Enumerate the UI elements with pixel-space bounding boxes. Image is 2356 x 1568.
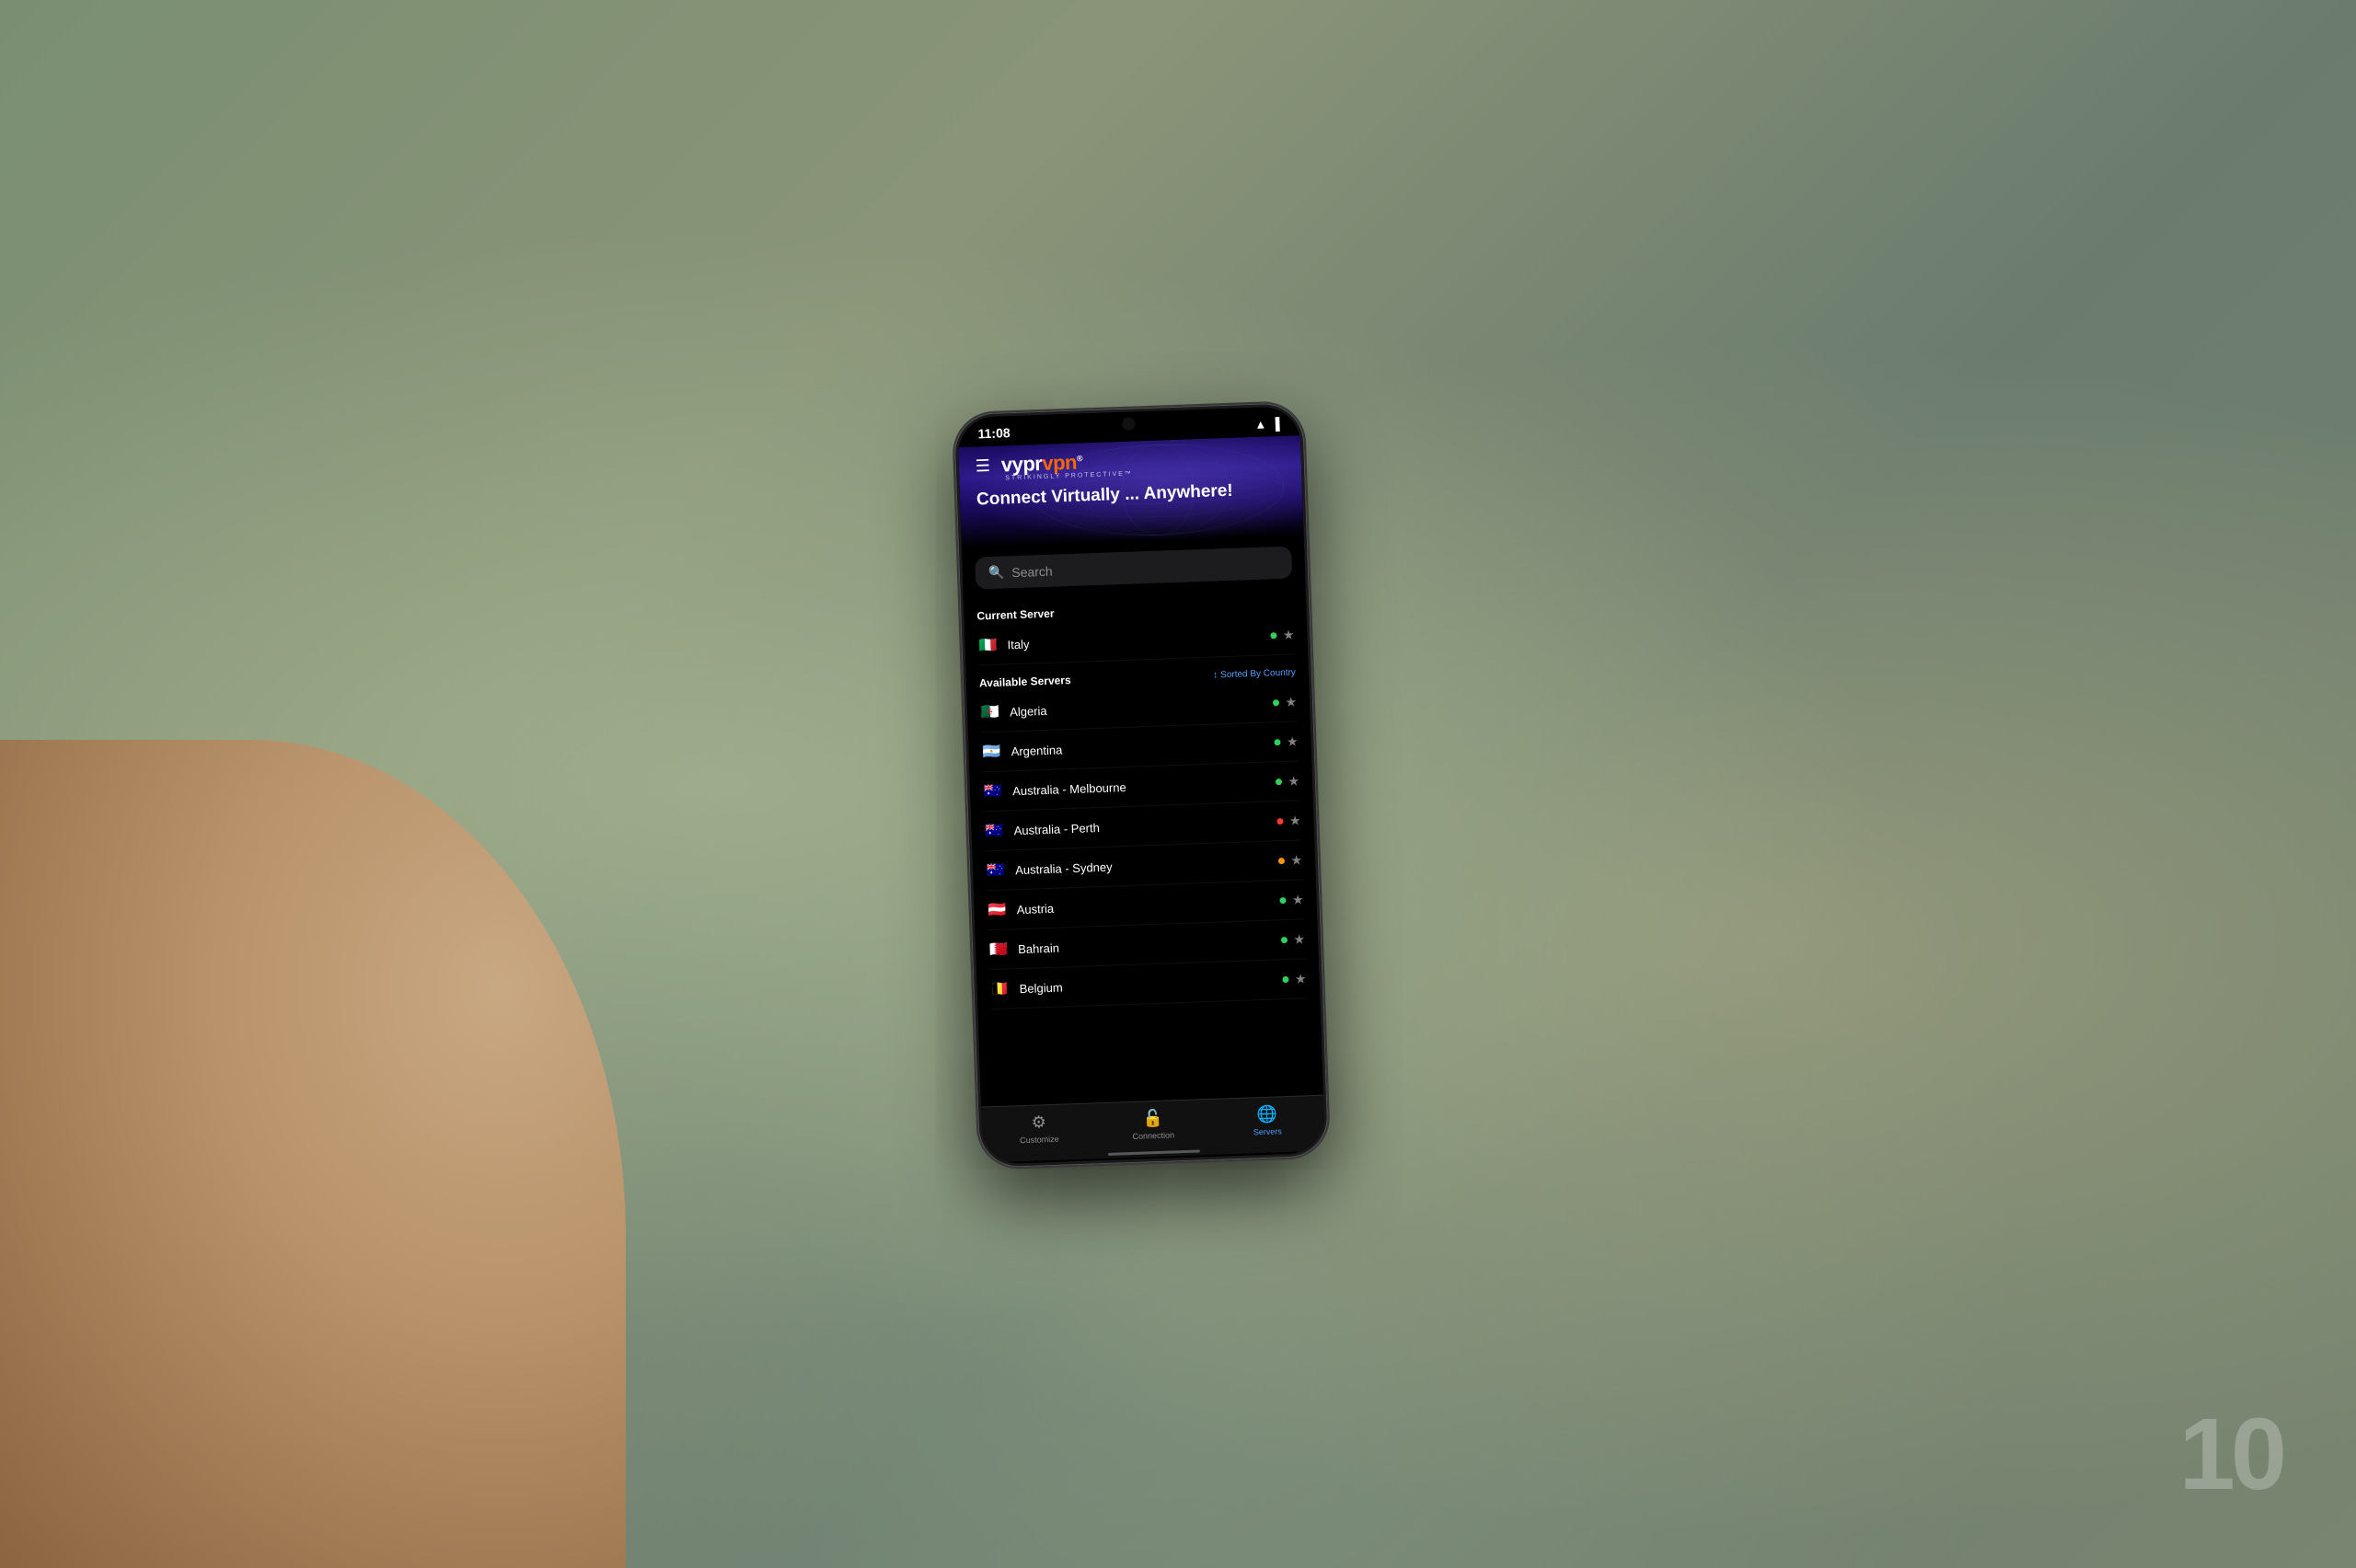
sort-text: Sorted By Country [1220,667,1296,680]
flag-3: 🇦🇺 [984,822,1005,841]
server-name-1: Argentina [1011,735,1275,758]
status-dot-1 [1275,739,1281,745]
server-name-7: Belgium [1019,973,1283,996]
available-servers-label: Available Servers [979,674,1071,689]
search-icon: 🔍 [988,564,1005,581]
star-1[interactable]: ★ [1287,733,1299,749]
status-dot-6 [1281,936,1288,942]
flag-6: 🇧🇭 [988,940,1010,960]
status-dot-5 [1280,896,1287,903]
server-actions-4: ★ [1278,852,1302,869]
servers-label: Servers [1253,1126,1282,1136]
status-dot-2 [1276,778,1282,785]
star-7[interactable]: ★ [1295,971,1307,986]
server-actions-0: ★ [1273,694,1297,710]
connection-label: Connection [1132,1130,1174,1141]
current-server-star[interactable]: ★ [1283,627,1295,642]
star-6[interactable]: ★ [1293,931,1305,947]
current-server-label: Current Server [976,607,1054,623]
server-name-0: Algeria [1010,696,1274,719]
status-dot-7 [1283,975,1289,982]
servers-icon: 🌐 [1256,1104,1277,1124]
server-name-6: Bahrain [1018,933,1282,956]
server-list: Current Server 🇮🇹 Italy ★ Available Serv… [964,585,1323,1107]
current-server-status-dot [1271,632,1277,639]
status-dot-0 [1273,699,1279,706]
server-actions-3: ★ [1277,813,1301,829]
star-0[interactable]: ★ [1285,694,1297,709]
star-4[interactable]: ★ [1290,852,1302,868]
customize-icon: ⚙ [1031,1113,1046,1133]
flag-1: 🇦🇷 [981,743,1002,762]
battery-icon: ▐ [1271,416,1280,430]
italy-flag: 🇮🇹 [977,636,999,655]
current-server-name: Italy [1007,628,1271,651]
star-2[interactable]: ★ [1288,773,1299,789]
star-3[interactable]: ★ [1289,813,1301,828]
server-name-3: Australia - Perth [1013,814,1277,837]
server-name-4: Australia - Sydney [1015,854,1279,877]
star-5[interactable]: ★ [1292,892,1304,907]
flag-7: 🇧🇪 [989,980,1011,999]
flag-2: 🇦🇺 [983,782,1004,801]
flag-4: 🇦🇺 [986,861,1007,881]
sort-label[interactable]: ↕ Sorted By Country [1213,667,1296,680]
server-actions-2: ★ [1276,773,1299,790]
flag-5: 🇦🇹 [987,901,1008,920]
flag-0: 🇩🇿 [980,703,1001,722]
phone-screen: 11:08 ▲ ▐ [957,406,1325,1164]
server-actions-7: ★ [1283,971,1307,987]
nav-item-servers[interactable]: 🌐 Servers [1209,1103,1324,1138]
connection-icon: 🔓 [1142,1109,1163,1129]
watermark-logo: 10 [2179,1396,2282,1513]
server-name-5: Austria [1016,894,1280,917]
status-time: 11:08 [977,425,1011,441]
customize-label: Customize [1020,1135,1059,1145]
current-server-actions: ★ [1271,627,1295,643]
app-header: ☰ vyprvpn® STRIKINGLY PROTECTIVE™ Connec… [958,435,1304,548]
server-actions-5: ★ [1280,892,1304,908]
server-name-2: Australia - Melbourne [1012,775,1276,798]
nav-item-connection[interactable]: 🔓 Connection [1095,1107,1210,1142]
server-actions-6: ★ [1281,931,1305,948]
server-actions-1: ★ [1275,733,1299,750]
status-dot-4 [1278,857,1285,863]
hamburger-icon[interactable]: ☰ [975,455,990,476]
app-content: ☰ vyprvpn® STRIKINGLY PROTECTIVE™ Connec… [958,435,1325,1163]
sort-icon: ↕ [1213,670,1218,680]
search-placeholder-text: Search [1011,563,1053,580]
search-bar[interactable]: 🔍 Search [975,547,1292,590]
server-items-container: 🇩🇿 Algeria ★ 🇦🇷 Argentina ★ 🇦🇺 Australia… [979,682,1307,1009]
status-icons: ▲ ▐ [1254,416,1280,431]
current-server-section: Current Server 🇮🇹 Italy ★ [976,586,1296,670]
phone-device: 11:08 ▲ ▐ [953,402,1329,1169]
status-dot-3 [1277,818,1284,824]
nav-item-customize[interactable]: ⚙ Customize [981,1111,1096,1146]
wifi-icon: ▲ [1254,417,1266,431]
